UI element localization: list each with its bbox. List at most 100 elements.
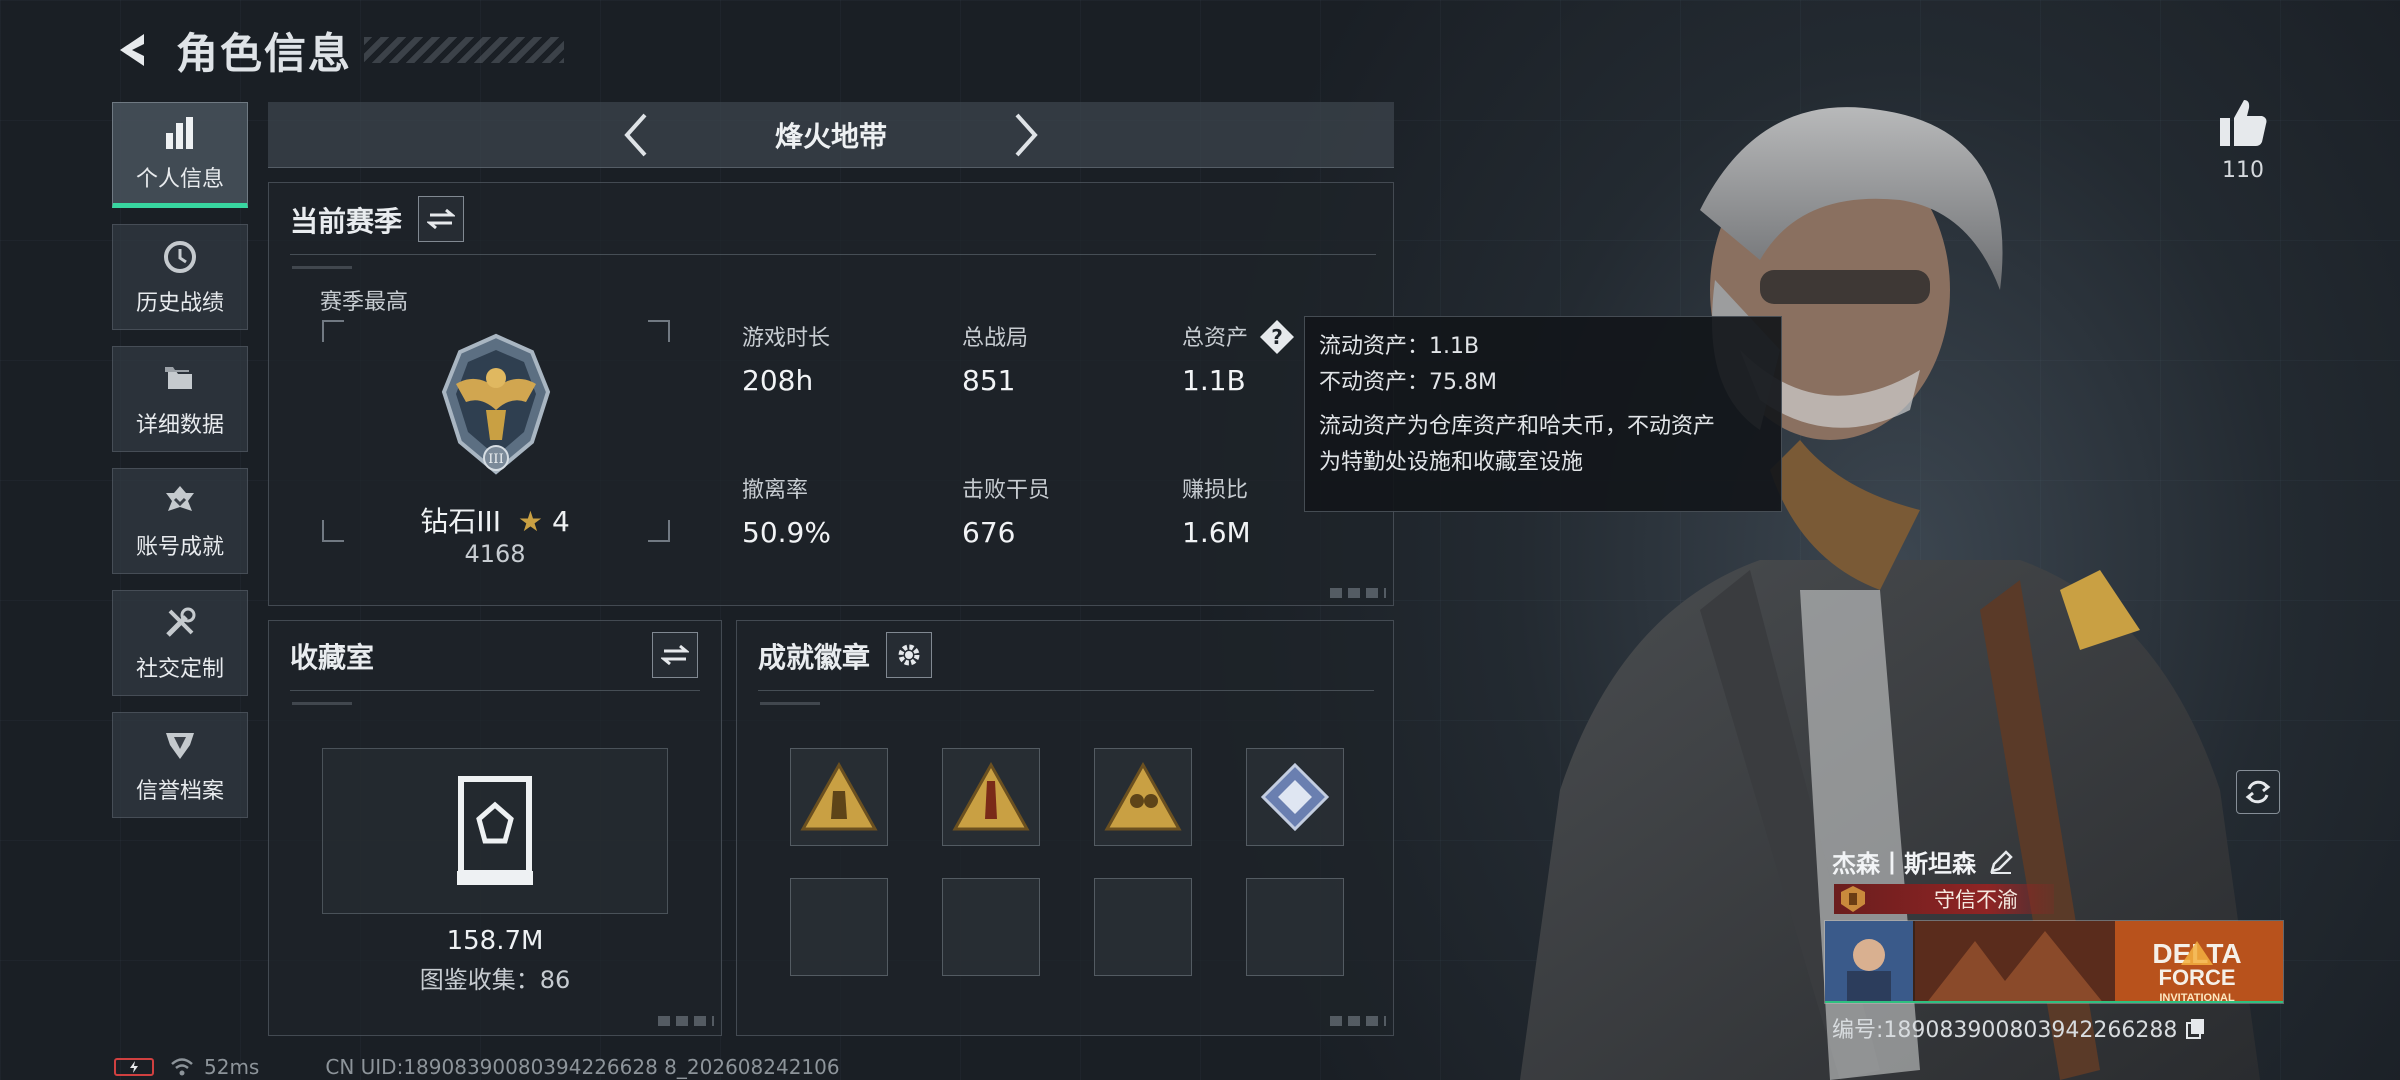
stat-total-assets: 总资产 1.1B — [1182, 320, 1248, 397]
divider — [290, 254, 1376, 255]
back-button[interactable] — [110, 26, 158, 74]
badge-slot[interactable] — [790, 748, 888, 846]
rank-stars: 4 — [551, 505, 570, 538]
help-icon[interactable]: ? — [1258, 318, 1296, 356]
rotate-view-button[interactable] — [2236, 770, 2280, 814]
battery-icon — [114, 1058, 154, 1076]
like-count: 110 — [2222, 158, 2264, 183]
gear-icon — [898, 644, 920, 666]
mode-title: 烽火地带 — [774, 119, 887, 153]
player-id: 编号:1890839008039422662​88 — [1832, 1018, 2178, 1043]
thumbs-up-icon[interactable] — [2216, 96, 2270, 150]
badge-slot[interactable] — [942, 748, 1040, 846]
stat-operators-defeated: 击败干员 676 — [962, 472, 1050, 549]
assets-tooltip: 流动资产：1.1B 不动资产：75.8M 流动资产为仓库资产和哈夫币，不动资产 … — [1304, 316, 1782, 512]
edit-pencil-icon[interactable] — [1988, 849, 2014, 875]
stat-value: 851 — [962, 364, 1016, 397]
back-arrow-icon — [120, 34, 144, 66]
badge-slot-empty[interactable] — [1246, 878, 1344, 976]
history-icon — [160, 237, 200, 277]
badge-slot-empty[interactable] — [1094, 878, 1192, 976]
stat-value: 676 — [962, 516, 1016, 549]
divider — [290, 690, 700, 691]
collection-switch-button[interactable] — [652, 632, 698, 678]
frame-corner — [322, 320, 344, 342]
swap-icon — [427, 208, 455, 230]
stat-label: 总战局 — [962, 326, 1029, 351]
tooltip-fixed-assets: 不动资产：75.8M — [1319, 370, 1497, 395]
divider — [758, 690, 1374, 691]
ping-value: 52ms — [204, 1055, 260, 1079]
mode-next-button[interactable] — [1001, 105, 1051, 165]
stat-label: 游戏时长 — [742, 326, 831, 351]
title-decoration — [364, 37, 565, 63]
player-title-banner[interactable]: 守信不渝 — [1834, 884, 2054, 914]
decoration — [1330, 588, 1386, 598]
player-title: 守信不渝 — [1934, 888, 2018, 912]
stat-label: 总资产 — [1182, 326, 1249, 351]
badges-settings-button[interactable] — [886, 632, 932, 678]
badge-slot-empty[interactable] — [942, 878, 1040, 976]
badge-blue-diamond-icon — [1260, 762, 1330, 832]
stat-profit-loss-ratio: 赚损比 1.6M — [1182, 472, 1251, 549]
page-header: 角色信息 — [110, 22, 565, 78]
player-card-banner[interactable]: DELTA FORCE INVITATIONAL — [1824, 920, 2284, 1004]
stat-label: 击败干员 — [962, 478, 1051, 503]
badge-gold-squad-icon — [1104, 761, 1182, 831]
stat-total-matches: 总战局 851 — [962, 320, 1028, 397]
nav-label: 账号成就 — [135, 535, 224, 560]
honor-icon — [160, 725, 200, 765]
stat-extraction-rate: 撤离率 50.9% — [742, 472, 831, 549]
player-id-row: 编号:1890839008039422662​88 — [1832, 1012, 2207, 1044]
badge-slot-empty[interactable] — [790, 878, 888, 976]
nav-item-achievements[interactable]: 账号成就 — [112, 468, 248, 574]
nav-label: 个人信息 — [135, 167, 224, 192]
nav-item-history[interactable]: 历史战绩 — [112, 224, 248, 330]
stat-play-time: 游戏时长 208h — [742, 320, 830, 397]
stat-value: 1.6M — [1182, 516, 1251, 549]
nav-label: 信誉档案 — [135, 779, 224, 804]
tooltip-description-1: 流动资产为仓库资产和哈夫币，不动资产 — [1319, 414, 1716, 439]
svg-text:III: III — [488, 452, 503, 467]
season-switch-button[interactable] — [418, 196, 464, 242]
stat-value: 208h — [742, 364, 814, 397]
season-best-label: 赛季最高 — [320, 290, 409, 315]
stat-value: 1.1B — [1182, 364, 1246, 397]
rank-badge-icon: III — [441, 333, 551, 475]
tooltip-description-2: 为特勤处设施和收藏室设施 — [1319, 450, 1584, 475]
decoration — [292, 266, 352, 269]
nav-item-personal-info[interactable]: 个人信息 — [112, 102, 248, 208]
nav-label: 历史战绩 — [135, 291, 224, 316]
nav-item-honor[interactable]: 信誉档案 — [112, 712, 248, 818]
page-title: 角色信息 — [176, 28, 353, 78]
badge-gold-rocket-icon — [952, 761, 1030, 831]
decoration — [658, 1016, 714, 1026]
badge-slot[interactable] — [1094, 748, 1192, 846]
wifi-icon — [171, 1058, 193, 1076]
collection-title: 收藏室 — [290, 641, 375, 674]
decoration — [1330, 1016, 1386, 1026]
chevron-left-icon — [624, 113, 647, 156]
status-bar: 52ms CN UID:18908390080394226628 8_20260… — [114, 1054, 840, 1080]
rank-score: 4168 — [464, 540, 526, 568]
achievement-icon — [160, 481, 200, 521]
star-icon: ★ — [517, 505, 544, 538]
nav-item-detail-data[interactable]: 详细数据 — [112, 346, 248, 452]
svg-text:?: ? — [1271, 325, 1283, 349]
rotate-icon — [2245, 780, 2271, 804]
stat-label: 撤离率 — [742, 478, 809, 503]
season-title: 当前赛季 — [290, 205, 403, 238]
event-card-art: DELTA FORCE INVITATIONAL — [1825, 921, 2283, 1003]
uid-text: CN UID:18908390080394226628 8_2026082421… — [325, 1055, 840, 1079]
tools-icon — [160, 603, 200, 643]
collection-display[interactable] — [322, 748, 668, 914]
nav-item-social[interactable]: 社交定制 — [112, 590, 248, 696]
card-text-force: FORCE — [2159, 965, 2236, 990]
stat-label: 赚损比 — [1182, 478, 1249, 503]
nav-label: 详细数据 — [135, 413, 224, 438]
tooltip-liquid-assets: 流动资产：1.1B — [1319, 334, 1480, 359]
badge-slot[interactable] — [1246, 748, 1344, 846]
decoration — [760, 702, 820, 705]
copy-icon[interactable] — [2185, 1017, 2207, 1039]
mode-prev-button[interactable] — [611, 105, 661, 165]
